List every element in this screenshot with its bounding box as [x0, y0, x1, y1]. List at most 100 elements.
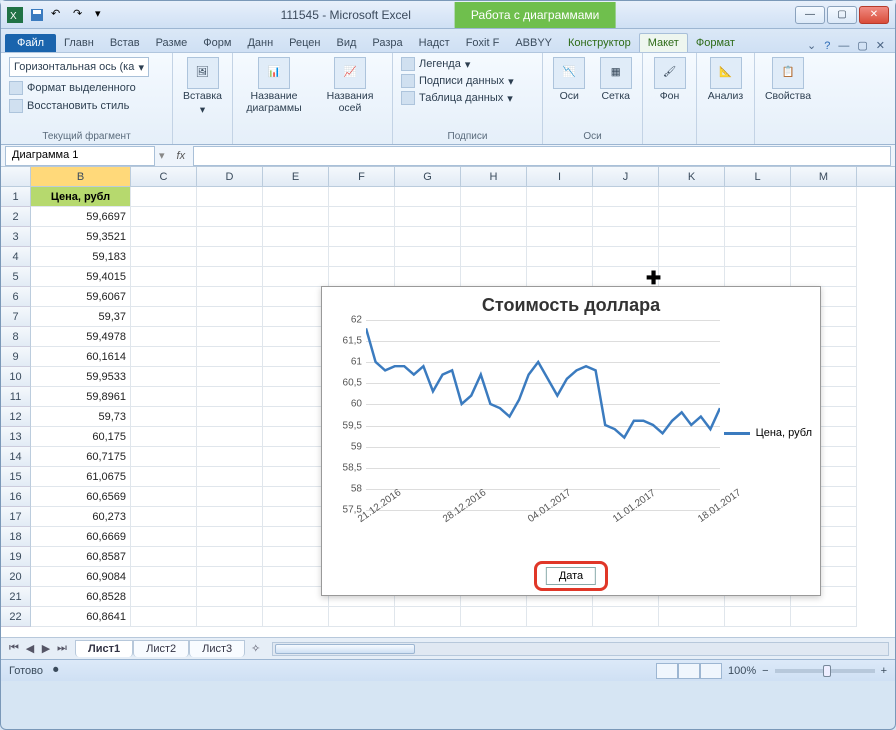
cell[interactable]: [791, 187, 857, 207]
col-header[interactable]: I: [527, 167, 593, 186]
cell[interactable]: [197, 267, 263, 287]
cell[interactable]: [263, 527, 329, 547]
cell[interactable]: [131, 207, 197, 227]
cell[interactable]: [263, 447, 329, 467]
tab-pagelayout[interactable]: Разме: [148, 34, 196, 52]
row-header[interactable]: 18: [1, 527, 31, 547]
tab-file[interactable]: Файл: [5, 34, 56, 52]
cell[interactable]: [197, 567, 263, 587]
cell[interactable]: [791, 247, 857, 267]
cell[interactable]: [461, 227, 527, 247]
cell[interactable]: 59,8961: [31, 387, 131, 407]
fx-label[interactable]: fx: [169, 150, 194, 162]
cell[interactable]: [461, 247, 527, 267]
cell[interactable]: [725, 247, 791, 267]
col-header[interactable]: B: [31, 167, 131, 186]
spreadsheet-grid[interactable]: B C D E F G H I J K L M 1Цена, рубл259,6…: [1, 167, 895, 637]
cell[interactable]: [131, 487, 197, 507]
view-normal-button[interactable]: [656, 663, 678, 679]
cell[interactable]: [131, 227, 197, 247]
cell[interactable]: [329, 187, 395, 207]
view-pagebreak-button[interactable]: [700, 663, 722, 679]
ribbon-minimize-icon[interactable]: ⌄: [807, 39, 816, 52]
chart-title[interactable]: Стоимость доллара: [322, 287, 820, 320]
formula-input[interactable]: [193, 146, 891, 166]
row-header[interactable]: 17: [1, 507, 31, 527]
chart-legend[interactable]: Цена, рубл: [724, 427, 812, 439]
cell[interactable]: [131, 327, 197, 347]
cell[interactable]: [263, 487, 329, 507]
cell[interactable]: [329, 207, 395, 227]
save-icon[interactable]: [29, 7, 45, 23]
cell[interactable]: [197, 487, 263, 507]
cell[interactable]: [131, 467, 197, 487]
cell[interactable]: [395, 267, 461, 287]
cell[interactable]: [791, 267, 857, 287]
chart-title-button[interactable]: 📊Название диаграммы: [241, 57, 307, 114]
col-header[interactable]: D: [197, 167, 263, 186]
cell[interactable]: 59,73: [31, 407, 131, 427]
y-axis[interactable]: 57,55858,55959,56060,56161,562: [326, 320, 362, 510]
cell[interactable]: [725, 187, 791, 207]
cell[interactable]: [263, 307, 329, 327]
cell[interactable]: [131, 347, 197, 367]
row-header[interactable]: 19: [1, 547, 31, 567]
data-labels-button[interactable]: Подписи данных ▾: [401, 74, 534, 88]
tab-chart-format[interactable]: Формат: [688, 34, 743, 52]
row-header[interactable]: 9: [1, 347, 31, 367]
undo-icon[interactable]: ↶: [51, 7, 67, 23]
cell[interactable]: [263, 267, 329, 287]
cell[interactable]: [197, 307, 263, 327]
cell[interactable]: [395, 607, 461, 627]
cell[interactable]: 59,6697: [31, 207, 131, 227]
cell[interactable]: [197, 507, 263, 527]
cell[interactable]: 60,273: [31, 507, 131, 527]
properties-button[interactable]: 📋Свойства: [763, 57, 813, 103]
col-header[interactable]: L: [725, 167, 791, 186]
cell[interactable]: [131, 267, 197, 287]
col-header[interactable]: J: [593, 167, 659, 186]
view-pagelayout-button[interactable]: [678, 663, 700, 679]
cell[interactable]: [197, 207, 263, 227]
cell[interactable]: [263, 287, 329, 307]
tab-formulas[interactable]: Форм: [195, 34, 239, 52]
cell[interactable]: [791, 207, 857, 227]
cell[interactable]: [725, 227, 791, 247]
tab-chart-layout[interactable]: Макет: [639, 33, 688, 52]
row-header[interactable]: 5: [1, 267, 31, 287]
cell[interactable]: [263, 467, 329, 487]
cell[interactable]: [527, 227, 593, 247]
cell[interactable]: [395, 227, 461, 247]
cell[interactable]: [395, 247, 461, 267]
cell[interactable]: [593, 607, 659, 627]
reset-style-button[interactable]: Восстановить стиль: [9, 99, 129, 113]
legend-button[interactable]: Легенда ▾: [401, 57, 534, 71]
cell[interactable]: [263, 507, 329, 527]
cell[interactable]: [131, 447, 197, 467]
select-all-corner[interactable]: [1, 167, 31, 186]
x-axis[interactable]: 21.12.201628.12.201604.01.201711.01.2017…: [366, 510, 720, 542]
cell[interactable]: [197, 407, 263, 427]
sheet-nav-last-icon[interactable]: ⏭: [55, 642, 69, 655]
cell[interactable]: [593, 207, 659, 227]
help-icon[interactable]: ?: [824, 40, 830, 52]
tab-view[interactable]: Вид: [329, 34, 365, 52]
cell[interactable]: [131, 507, 197, 527]
tab-chart-design[interactable]: Конструктор: [560, 34, 639, 52]
cell[interactable]: 60,6669: [31, 527, 131, 547]
cell[interactable]: [593, 187, 659, 207]
row-header[interactable]: 14: [1, 447, 31, 467]
cell[interactable]: [197, 387, 263, 407]
cell[interactable]: [263, 247, 329, 267]
cell[interactable]: [593, 247, 659, 267]
name-box[interactable]: Диаграмма 1: [5, 146, 155, 166]
cell[interactable]: 59,4978: [31, 327, 131, 347]
cell[interactable]: [197, 247, 263, 267]
sheet-nav-first-icon[interactable]: ⏮: [7, 642, 21, 655]
cell[interactable]: [197, 547, 263, 567]
close-button[interactable]: ✕: [859, 6, 889, 24]
plot-area[interactable]: 57,55858,55959,56060,56161,562: [366, 320, 720, 510]
row-header[interactable]: 8: [1, 327, 31, 347]
scrollbar-thumb[interactable]: [275, 644, 415, 654]
col-header[interactable]: H: [461, 167, 527, 186]
